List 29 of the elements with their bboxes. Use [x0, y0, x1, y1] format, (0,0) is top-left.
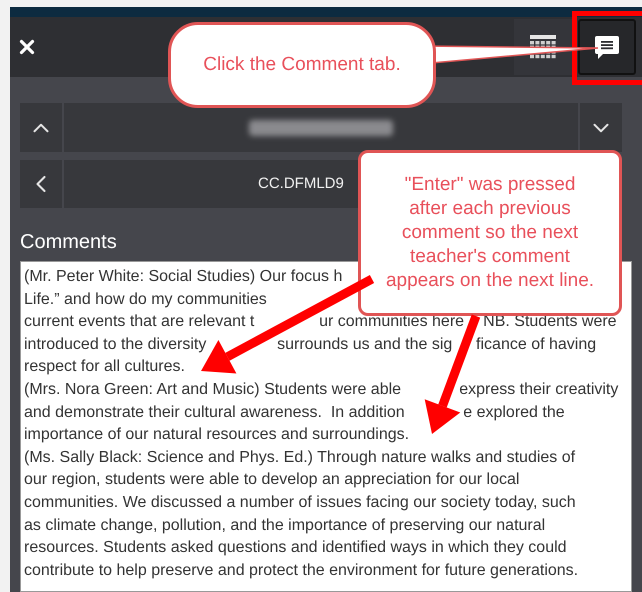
comment-text: importance of our natural resources and surroundings. — [24, 425, 410, 446]
comment-text: ur communities here — [319, 312, 464, 332]
previous-student-button[interactable] — [20, 103, 62, 152]
comment-text: express their creativity — [459, 380, 618, 400]
comment-text: communities. We discussed a number of issues facing our society today, such — [24, 492, 576, 513]
comment-icon — [594, 34, 620, 60]
comment-text: respect for all cultures. — [24, 357, 185, 378]
comment-text: Life.” and how do my communities — [24, 290, 267, 310]
comment-text: and demonstrate their cultural awareness. In addition — [24, 402, 405, 423]
comment-text: our region, students were able to develop an appreciation for our local — [24, 470, 520, 490]
comment-text: as climate change, pollution, and the importance of preserving our natural — [24, 516, 546, 536]
comment-text: (Mrs. Nora Green: Art and Music) Students were able — [24, 380, 402, 400]
comment-text: contribute to help preserve and protect the environment for future generations. — [24, 560, 578, 581]
comment-text: current events that are relevant t — [24, 312, 254, 332]
comment-text: e explored the — [463, 402, 565, 423]
tab[interactable] — [578, 19, 636, 75]
comment-text: ficance of having — [476, 334, 596, 355]
comment-text: (Mr. Peter White: Social Studies) Our focus h — [24, 267, 342, 287]
callout-text: Click the Comment tab. — [203, 53, 401, 77]
comment-text: introduced to the diversity — [24, 334, 206, 355]
next-student-button[interactable] — [580, 103, 622, 152]
comment-text: (Ms. Sally Black: Science and Phys. Ed.) Through nature walks and studies of — [24, 448, 576, 468]
callout-text: "Enter" was pressed after each previous comment so the next teacher's comment appears on the next line. — [386, 173, 594, 293]
comments-field[interactable] — [20, 261, 632, 592]
back-button[interactable] — [20, 160, 62, 208]
course-code: CC.DFMLD9 — [258, 174, 344, 194]
comment-text: surrounds us and the sig — [277, 334, 452, 355]
comments-label: Comments — [20, 230, 117, 254]
comment-text: resources. Students asked questions and identified ways in which they could — [24, 538, 567, 558]
